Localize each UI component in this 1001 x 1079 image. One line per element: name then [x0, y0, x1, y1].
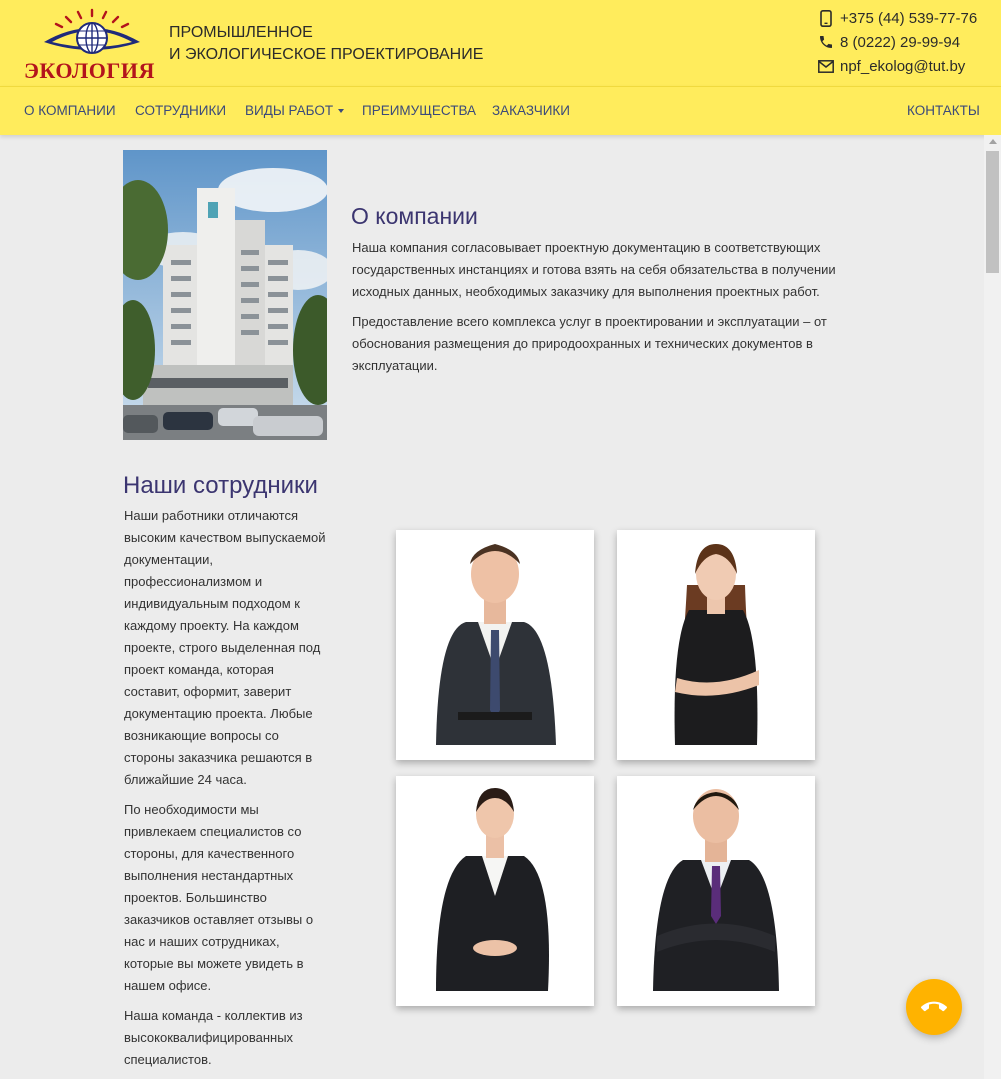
employee-photo[interactable] [396, 776, 594, 1006]
phone-icon [818, 33, 834, 51]
employee-photo[interactable] [617, 530, 815, 760]
nav-item-staff[interactable]: СОТРУДНИКИ [135, 87, 226, 135]
hang-up-phone-icon [921, 1001, 947, 1012]
nav-item-works[interactable]: ВИДЫ РАБОТ [245, 87, 345, 135]
nav-item-clients[interactable]: ЗАКАЗЧИКИ [492, 87, 570, 135]
staff-paragraph-2: По необходимости мы привлекаем специалис… [124, 802, 314, 993]
office-building-photo [123, 150, 327, 440]
employee-photo[interactable] [617, 776, 815, 1006]
contact-phone-number: 8 (0222) 29-99-94 [840, 33, 961, 51]
mobile-phone-icon [818, 9, 834, 27]
nav-item-works-label: ВИДЫ РАБОТ [245, 103, 334, 118]
tagline-line-1: ПРОМЫШЛЕННОЕ [169, 24, 313, 41]
header-contacts: +375 (44) 539-77-76 8 (0222) 29-99-94 np… [818, 6, 988, 78]
staff-heading: Наши сотрудники [123, 472, 318, 499]
company-logo[interactable]: ЭКОЛОГИЯ [22, 8, 162, 83]
mail-icon [818, 57, 834, 75]
about-paragraph-1: Наша компания согласовывает проектную до… [352, 240, 836, 299]
employee-photo[interactable] [396, 530, 594, 760]
caret-down-icon [338, 109, 345, 114]
nav-item-advantages[interactable]: ПРЕИМУЩЕСТВА [362, 87, 476, 135]
logo-text: ЭКОЛОГИЯ [24, 58, 155, 83]
contact-mobile-number: +375 (44) 539-77-76 [840, 9, 978, 27]
nav-item-company[interactable]: О КОМПАНИИ [24, 87, 116, 135]
staff-paragraph-3: Наша команда - коллектив из высококвалиф… [124, 1008, 303, 1067]
callback-button[interactable] [906, 979, 962, 1035]
about-heading: О компании [351, 203, 478, 229]
staff-paragraph-1: Наши работники отличаются высоким качест… [124, 508, 326, 787]
scrollbar-thumb[interactable] [986, 151, 999, 273]
main-navigation: О КОМПАНИИ СОТРУДНИКИ ВИДЫ РАБОТ ПРЕИМУЩ… [0, 86, 1001, 135]
contact-mobile[interactable]: +375 (44) 539-77-76 [818, 6, 988, 30]
scroll-up-icon[interactable] [989, 139, 997, 144]
site-tagline: ПРОМЫШЛЕННОЕ И ЭКОЛОГИЧЕСКОЕ ПРОЕКТИРОВА… [169, 22, 483, 66]
about-paragraph-2: Предоставление всего комплекса услуг в п… [352, 314, 827, 373]
contact-email[interactable]: npf_ekolog@tut.by [818, 54, 988, 78]
site-header: ЭКОЛОГИЯ ПРОМЫШЛЕННОЕ И ЭКОЛОГИЧЕСКОЕ ПР… [0, 0, 1001, 86]
tagline-line-2: И ЭКОЛОГИЧЕСКОЕ ПРОЕКТИРОВАНИЕ [169, 46, 484, 63]
contact-phone[interactable]: 8 (0222) 29-99-94 [818, 30, 988, 54]
nav-item-contacts[interactable]: КОНТАКТЫ [907, 87, 980, 135]
page-scrollbar[interactable] [984, 135, 1001, 1079]
contact-email-address: npf_ekolog@tut.by [840, 57, 966, 75]
